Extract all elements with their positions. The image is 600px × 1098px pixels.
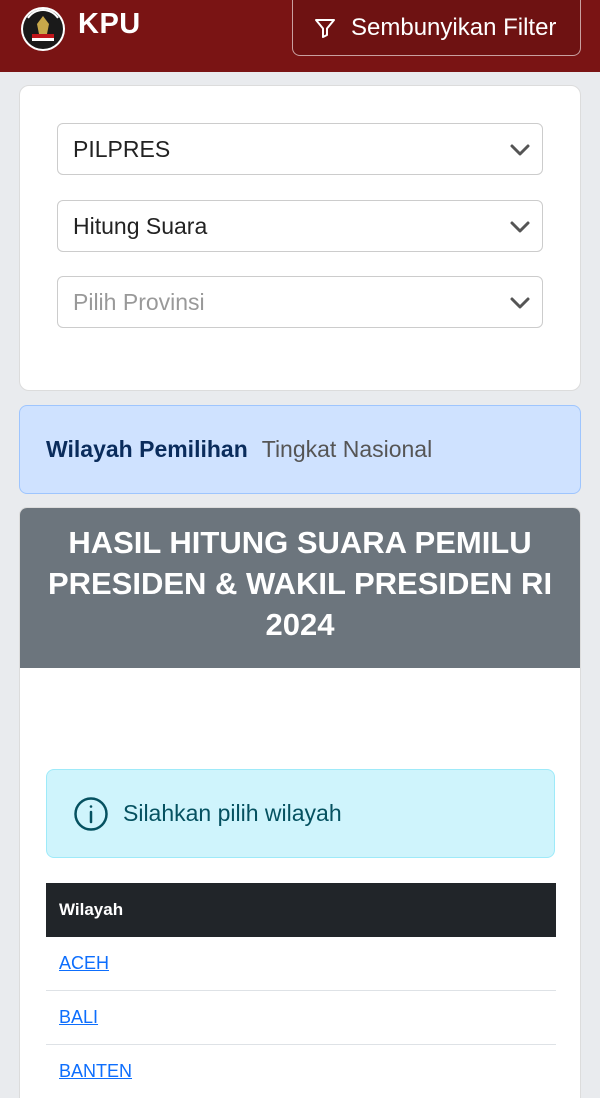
- toggle-filter-button[interactable]: Sembunyikan Filter: [292, 0, 581, 56]
- chevron-down-icon: [510, 221, 530, 233]
- top-navbar: KPU Sembunyikan Filter: [0, 0, 600, 72]
- brand-title: KPU: [78, 8, 141, 40]
- election-type-select[interactable]: PILPRES: [57, 123, 543, 175]
- chevron-down-icon: [510, 144, 530, 156]
- result-title-line: PRESIDEN & WAKIL PRESIDEN RI: [47, 566, 553, 601]
- region-link[interactable]: BANTEN: [59, 1061, 132, 1082]
- election-type-value: PILPRES: [73, 135, 171, 162]
- wilayah-label: Wilayah Pemilihan: [46, 436, 248, 462]
- wilayah-breadcrumb: Wilayah Pemilihan Tingkat Nasional: [19, 405, 581, 494]
- mode-select[interactable]: Hitung Suara: [57, 200, 543, 252]
- result-title: HASIL HITUNG SUARA PEMILU PRESIDEN & WAK…: [20, 508, 580, 668]
- info-message: Silahkan pilih wilayah: [123, 800, 342, 826]
- region-link[interactable]: ACEH: [59, 953, 109, 974]
- chevron-down-icon: [510, 297, 530, 309]
- table-header-wilayah: Wilayah: [46, 883, 556, 937]
- mode-value: Hitung Suara: [73, 212, 208, 239]
- kpu-logo[interactable]: [18, 4, 68, 54]
- table-row: BALI: [46, 991, 556, 1045]
- result-title-line: 2024: [265, 607, 335, 642]
- wilayah-value: Tingkat Nasional: [261, 436, 433, 462]
- table-row: BANTEN: [46, 1045, 556, 1098]
- region-link[interactable]: BALI: [59, 1007, 98, 1028]
- toggle-filter-label: Sembunyikan Filter: [351, 13, 557, 41]
- filter-card: PILPRES Hitung Suara Pilih Provinsi: [19, 85, 581, 391]
- wilayah-table: Wilayah ACEH BALI BANTEN: [46, 883, 556, 1098]
- filter-icon: [315, 18, 335, 38]
- info-alert: Silahkan pilih wilayah: [46, 769, 555, 858]
- info-icon: [74, 796, 108, 831]
- table-row: ACEH: [46, 937, 556, 991]
- result-card: HASIL HITUNG SUARA PEMILU PRESIDEN & WAK…: [19, 507, 581, 1098]
- province-select[interactable]: Pilih Provinsi: [57, 276, 543, 328]
- result-title-line: HASIL HITUNG SUARA PEMILU: [68, 525, 532, 560]
- province-placeholder: Pilih Provinsi: [73, 288, 205, 315]
